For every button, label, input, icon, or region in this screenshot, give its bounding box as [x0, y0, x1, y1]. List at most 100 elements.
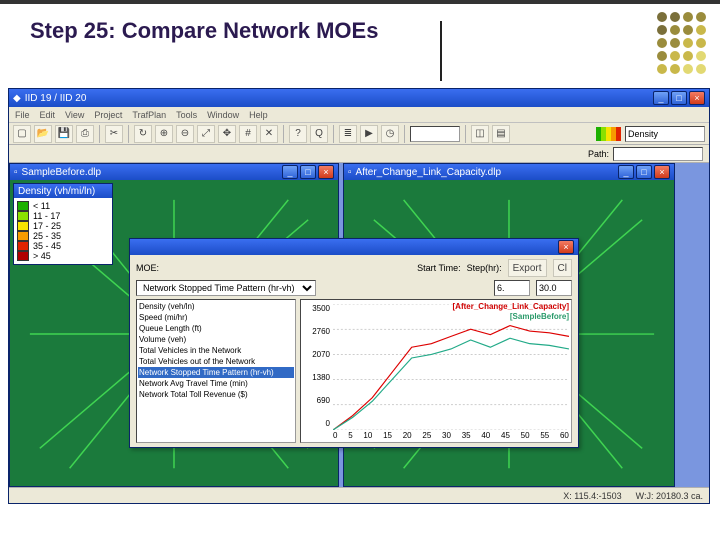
list-item[interactable]: Total Vehicles out of the Network [138, 356, 294, 367]
slide-footer-blank [8, 514, 712, 538]
list-item[interactable]: Network Total Toll Revenue ($) [138, 389, 294, 400]
gridlines [333, 304, 569, 430]
path-input[interactable] [613, 147, 703, 161]
list-item[interactable]: Network Avg Travel Time (min) [138, 378, 294, 389]
moe-label: MOE: [136, 263, 159, 273]
redo-icon[interactable]: ↻ [134, 125, 152, 143]
legend-title: Density (vh/mi/ln) [18, 186, 108, 197]
statusbar: X: 115.4:-1503 W:J: 20180.3 ca. [9, 487, 709, 503]
legend-row: 25 - 35 [17, 231, 109, 241]
series-b-line [333, 338, 569, 430]
density-legend[interactable]: Density (vh/mi/ln) < 11 11 - 17 17 - 25 … [13, 183, 113, 265]
app-titlebar[interactable]: ◆ IID 19 / IID 20 _ □ × [9, 89, 709, 107]
zoom-out-icon[interactable]: ⊖ [176, 125, 194, 143]
child-right-titlebar[interactable]: ▫ After_Change_Link_Capacity.dlp _ □ × [344, 164, 674, 180]
app-icon: ◆ [13, 93, 21, 104]
mode1-icon[interactable]: ◫ [471, 125, 489, 143]
moe-dialog[interactable]: × MOE: Start Time: Step(hr): Export Cl N… [129, 238, 579, 448]
mode-select[interactable] [410, 126, 460, 142]
menu-edit[interactable]: Edit [40, 110, 56, 120]
menu-view[interactable]: View [65, 110, 84, 120]
density-field[interactable] [625, 126, 705, 142]
child-maximize-button[interactable]: □ [300, 165, 316, 179]
moe-chart: [After_Change_Link_Capacity] [SampleBefo… [300, 299, 572, 443]
close-button[interactable]: × [689, 91, 705, 105]
app-window: ◆ IID 19 / IID 20 _ □ × File Edit View P… [8, 88, 710, 504]
q-icon[interactable]: Q [310, 125, 328, 143]
cut-icon[interactable]: ✂ [105, 125, 123, 143]
legend-row: > 45 [17, 251, 109, 261]
doc-icon: ▫ [348, 167, 352, 178]
start-input[interactable] [494, 280, 530, 296]
menu-file[interactable]: File [15, 110, 30, 120]
mode2-icon[interactable]: ▤ [492, 125, 510, 143]
cross-icon[interactable]: ✕ [260, 125, 278, 143]
clock-icon[interactable]: ◷ [381, 125, 399, 143]
menu-trafplan[interactable]: TrafPlan [132, 110, 166, 120]
child-minimize-button[interactable]: _ [618, 165, 634, 179]
list-item[interactable]: Speed (mi/hr) [138, 312, 294, 323]
layers-icon[interactable]: ≣ [339, 125, 357, 143]
list-item-selected[interactable]: Network Stopped Time Pattern (hr-vh) [138, 367, 294, 378]
zoom-in-icon[interactable]: ⊕ [155, 125, 173, 143]
header-divider [440, 21, 442, 81]
slide-header: Step 25: Compare Network MOEs [0, 0, 720, 52]
moe-list[interactable]: Density (veh/ln) Speed (mi/hr) Queue Len… [136, 299, 296, 443]
doc-icon: ▫ [14, 167, 18, 178]
moe-content: Density (veh/ln) Speed (mi/hr) Queue Len… [136, 299, 572, 443]
density-swatch [596, 127, 621, 141]
open-icon[interactable]: 📂 [34, 125, 52, 143]
child-minimize-button[interactable]: _ [282, 165, 298, 179]
menu-window[interactable]: Window [207, 110, 239, 120]
status-coords: X: 115.4:-1503 [563, 491, 621, 501]
step-input[interactable] [536, 280, 572, 296]
grid-icon[interactable]: # [239, 125, 257, 143]
chart-plot [333, 304, 569, 430]
list-item[interactable]: Volume (veh) [138, 334, 294, 345]
start-label: Start Time: [417, 263, 461, 273]
maximize-button[interactable]: □ [671, 91, 687, 105]
list-item[interactable]: Density (veh/ln) [138, 301, 294, 312]
find-icon[interactable]: ? [289, 125, 307, 143]
step-label: Step(hr): [467, 263, 502, 273]
export-button[interactable]: Export [508, 259, 547, 277]
menu-tools[interactable]: Tools [176, 110, 197, 120]
list-item[interactable]: Queue Length (ft) [138, 323, 294, 334]
print-icon[interactable]: ⎙ [76, 125, 94, 143]
decorative-dots [657, 12, 706, 74]
new-icon[interactable]: ▢ [13, 125, 31, 143]
minimize-button[interactable]: _ [653, 91, 669, 105]
legend-body: < 11 11 - 17 17 - 25 25 - 35 35 - 45 > 4… [14, 198, 112, 264]
legend-row: 11 - 17 [17, 211, 109, 221]
legend-titlebar[interactable]: Density (vh/mi/ln) [14, 184, 112, 198]
moe-controls-2: Network Stopped Time Pattern (hr-vh) [136, 280, 572, 296]
legend-row: 35 - 45 [17, 241, 109, 251]
close-button-2[interactable]: Cl [553, 259, 572, 277]
series-a-line [333, 326, 569, 430]
child-right-title: After_Change_Link_Capacity.dlp [356, 167, 614, 178]
zoom-fit-icon[interactable]: ⤢ [197, 125, 215, 143]
menu-project[interactable]: Project [94, 110, 122, 120]
save-icon[interactable]: 💾 [55, 125, 73, 143]
child-close-button[interactable]: × [654, 165, 670, 179]
moe-select[interactable]: Network Stopped Time Pattern (hr-vh) [136, 280, 316, 296]
child-maximize-button[interactable]: □ [636, 165, 652, 179]
child-left-titlebar[interactable]: ▫ SampleBefore.dlp _ □ × [10, 164, 338, 180]
path-label: Path: [588, 149, 609, 159]
moe-titlebar[interactable]: × [130, 239, 578, 255]
pan-icon[interactable]: ✥ [218, 125, 236, 143]
list-item[interactable]: Total Vehicles in the Network [138, 345, 294, 356]
pathbar: Path: [9, 145, 709, 163]
play-icon[interactable]: ▶ [360, 125, 378, 143]
app-title: IID 19 / IID 20 [25, 93, 649, 104]
mdi-area: ▫ SampleBefore.dlp _ □ × Density (vh/mi/… [9, 163, 709, 487]
child-left-title: SampleBefore.dlp [22, 167, 278, 178]
menu-help[interactable]: Help [249, 110, 268, 120]
menubar: File Edit View Project TrafPlan Tools Wi… [9, 107, 709, 123]
moe-close-button[interactable]: × [558, 240, 574, 254]
status-dim: W:J: 20180.3 ca. [636, 491, 703, 501]
moe-controls: MOE: Start Time: Step(hr): Export Cl [136, 259, 572, 277]
legend-row: < 11 [17, 201, 109, 211]
y-ticks: 3500 2760 2070 1380 690 0 [302, 304, 332, 428]
child-close-button[interactable]: × [318, 165, 334, 179]
